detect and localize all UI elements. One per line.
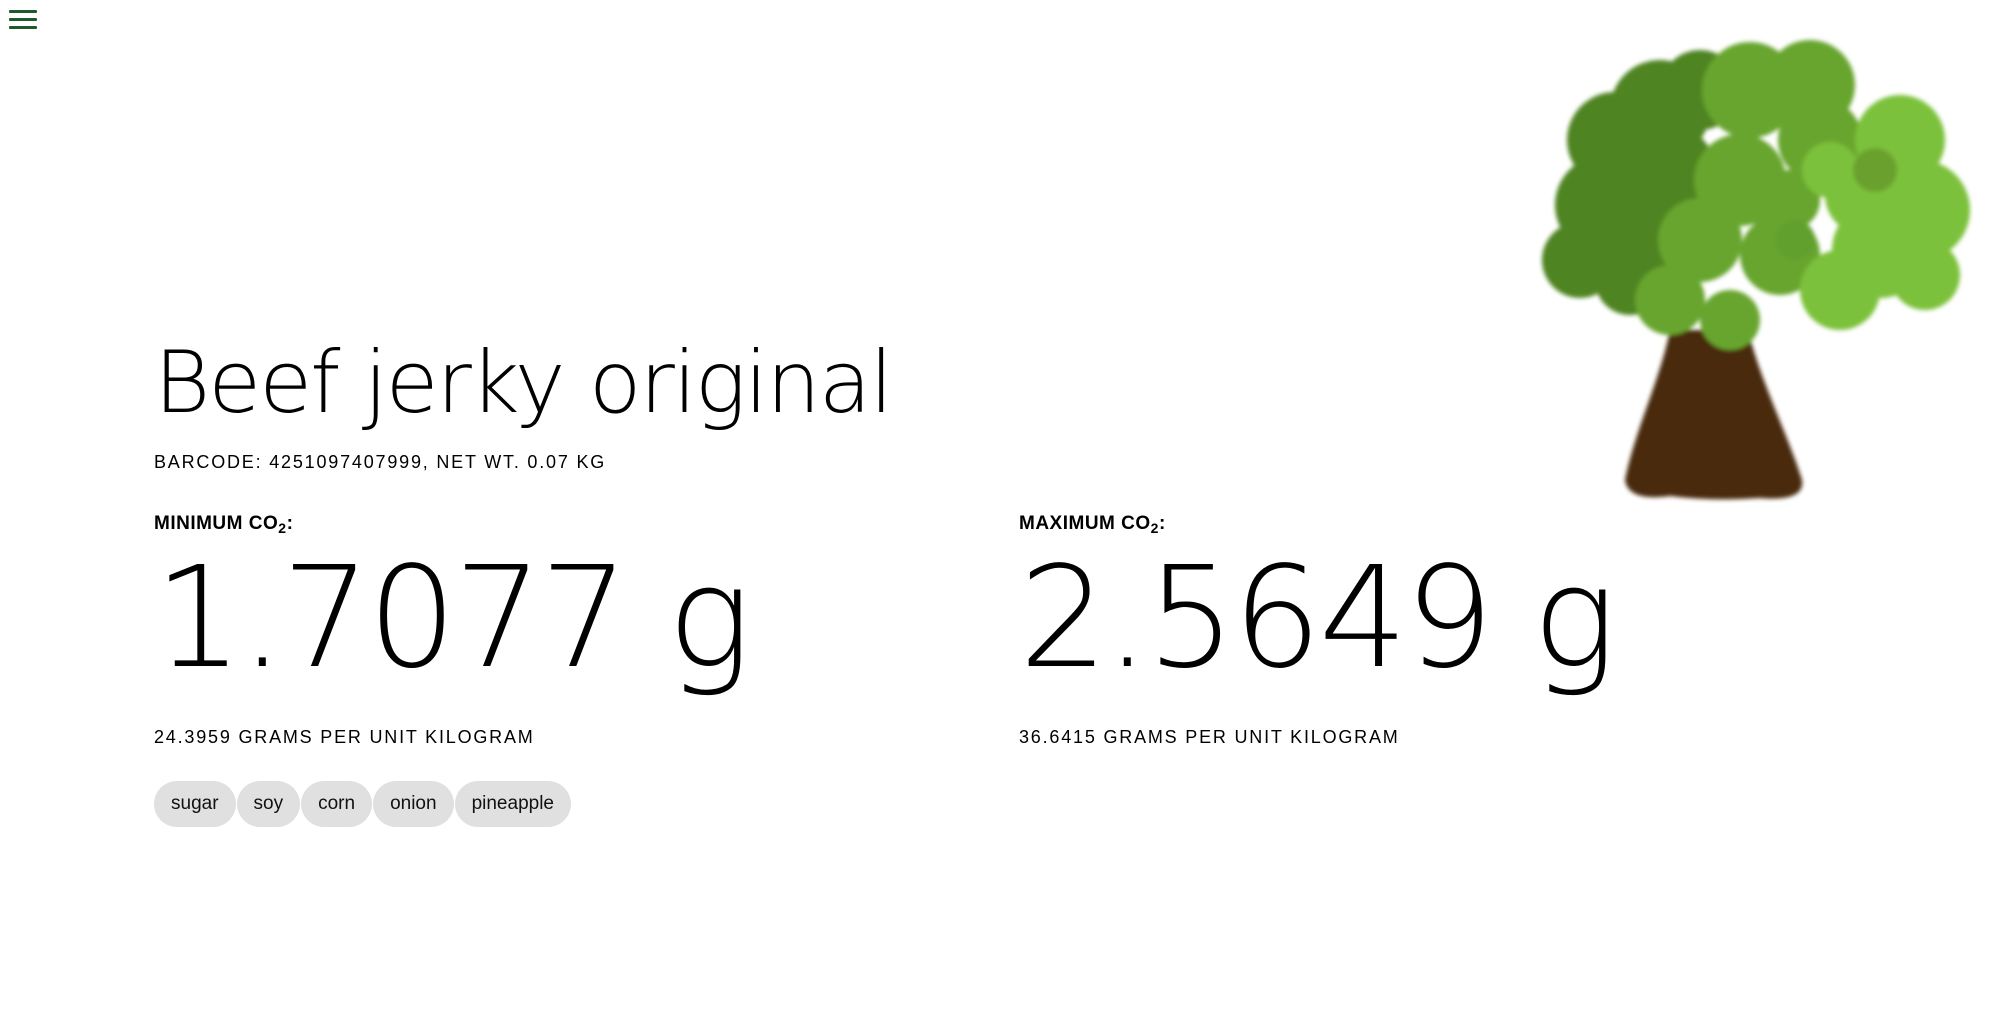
page: Beef jerky original BARCODE: 42510974079… [0,0,1993,1015]
maximum-co2-label: MAXIMUM CO2: [1019,513,1166,536]
maximum-co2-rate: 36.6415 GRAMS PER UNIT KILOGRAM [1019,727,1400,747]
ingredient-chip[interactable]: soy [236,781,301,827]
ingredient-chip[interactable]: onion [373,781,454,827]
maximum-co2-value: 2.5649 g [1019,537,1616,700]
ingredient-chip[interactable]: corn [301,781,373,827]
menu-icon[interactable] [8,8,38,30]
minimum-co2-section: MINIMUM CO2: 1.7077 g 24.3959 GRAMS PER … [154,513,754,748]
product-barcode-weight: BARCODE: 4251097407999, NET WT. 0.07 KG [154,452,607,472]
ingredient-tags: sugar soy corn onion pineapple [154,781,1654,827]
product-title: Beef jerky original [154,333,893,433]
ingredient-chip[interactable]: sugar [154,781,236,827]
minimum-co2-rate: 24.3959 GRAMS PER UNIT KILOGRAM [154,727,535,747]
minimum-co2-value: 1.7077 g [154,537,751,700]
minimum-co2-label: MINIMUM CO2: [154,513,294,536]
product-details: Beef jerky original BARCODE: 42510974079… [154,340,1654,827]
ingredient-chip[interactable]: pineapple [454,781,571,827]
maximum-co2-section: MAXIMUM CO2: 2.5649 g 36.6415 GRAMS PER … [1019,513,1619,748]
emission-stats: MINIMUM CO2: 1.7077 g 24.3959 GRAMS PER … [154,513,1654,747]
